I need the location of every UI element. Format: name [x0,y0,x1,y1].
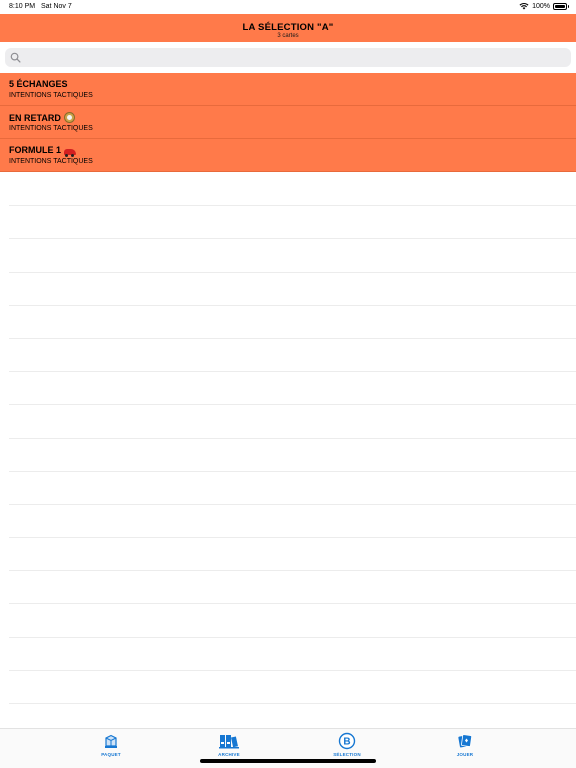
search-input[interactable] [24,50,564,65]
empty-row [9,671,576,704]
empty-row [9,173,576,207]
empty-rows [0,173,576,704]
navigation-bar: LA SÉLECTION "A" 3 cartes [0,14,576,42]
search-bar[interactable] [5,48,571,67]
svg-text:B: B [343,737,350,748]
tab-label: SÉLECTION [333,752,361,757]
wifi-icon [519,3,529,10]
clock-icon [63,112,75,123]
cards-icon [458,734,473,748]
card-list: 5 ÉCHANGES INTENTIONS TACTIQUES EN RETAR… [0,73,576,172]
battery-level [555,4,565,8]
battery-percent: 100% [532,2,550,10]
package-icon [105,734,117,748]
tab-label: PAQUET [101,752,121,757]
tab-selection[interactable]: B SÉLECTION [327,732,367,760]
list-item-subtitle: INTENTIONS TACTIQUES [9,158,93,165]
list-item-title: FORMULE 1 [9,145,77,157]
empty-row [9,604,576,638]
list-item-formule-1[interactable]: FORMULE 1 INTENTIONS TACTIQUES [0,139,576,172]
status-date: Sat Nov 7 [41,3,72,10]
search-area [0,42,576,73]
tab-paquet[interactable]: PAQUET [91,732,131,760]
list-item-en-retard[interactable]: EN RETARD INTENTIONS TACTIQUES [0,106,576,139]
list-item-title: 5 ÉCHANGES [9,79,68,89]
battery-icon [553,2,569,10]
tab-label: JOUER [456,752,474,757]
list-item-subtitle: INTENTIONS TACTIQUES [9,92,93,99]
card-count: 3 cartes [277,33,299,39]
empty-row [9,239,576,273]
empty-row [9,472,576,505]
empty-row [9,273,576,306]
empty-row [9,372,576,406]
tab-jouer[interactable]: JOUER [445,732,485,760]
list-item-title-text: 5 ÉCHANGES [9,79,68,89]
status-indicators: 100% [519,2,569,10]
empty-row [9,638,576,671]
empty-row [9,206,576,240]
status-bar: 8:10 PM Sat Nov 7 100% [0,0,576,14]
list-item-5-echanges[interactable]: 5 ÉCHANGES INTENTIONS TACTIQUES [0,73,576,106]
empty-row [9,505,576,539]
b-circle-icon: B [338,732,356,750]
binders-icon [219,735,239,749]
list-item-title-text: EN RETARD [9,112,61,123]
empty-row [9,339,576,373]
magnifier-icon [10,52,21,63]
empty-row [9,306,576,339]
tab-label: ARCHIVE [218,752,240,757]
tab-archive[interactable]: ARCHIVE [209,732,249,760]
empty-row [9,538,576,572]
list-item-title: EN RETARD [9,112,75,123]
page-title: LA SÉLECTION "A" [242,22,334,33]
status-time: 8:10 PM [9,3,36,10]
list-item-title-text: FORMULE 1 [9,145,62,155]
empty-row [9,405,576,439]
empty-row [9,571,576,605]
empty-row [9,439,576,472]
home-indicator[interactable] [200,759,376,763]
list-item-subtitle: INTENTIONS TACTIQUES [9,125,93,132]
race-car-icon [64,148,77,157]
